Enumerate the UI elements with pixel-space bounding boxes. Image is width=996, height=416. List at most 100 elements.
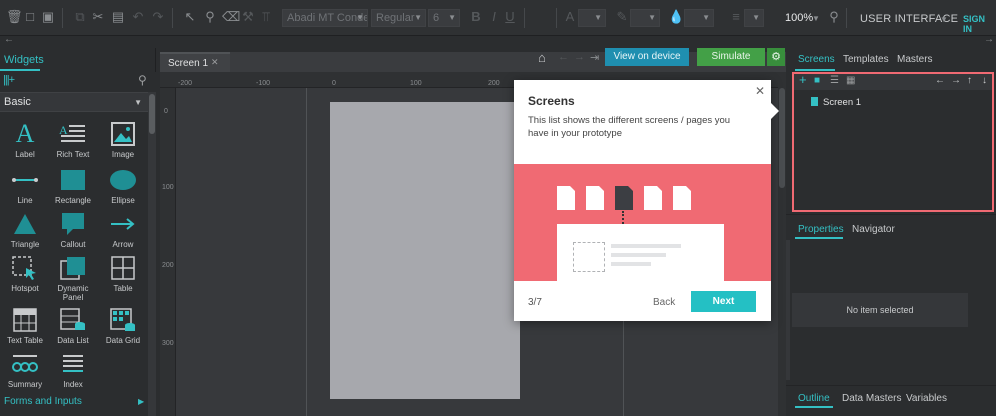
widget-triangle[interactable]: Triangle [0,210,50,249]
underline-icon[interactable]: U [502,9,518,25]
text-color-select[interactable]: ▼ [578,9,606,27]
list-view-icon[interactable]: ☰ [830,75,839,86]
font-style-select[interactable]: Regular ▼ [371,9,426,27]
screen-list-item[interactable]: Screen 1 [823,97,861,108]
widget-table[interactable]: Table [98,254,148,293]
text-color-icon[interactable]: A [562,9,578,25]
tab-variables[interactable]: Variables [906,393,947,404]
widget-image[interactable]: Image [98,120,148,159]
align-select[interactable]: ▼ [744,9,764,27]
add-folder-icon[interactable]: ■ [814,75,820,86]
section-forms-and-inputs[interactable]: Forms and Inputs [4,396,82,407]
widget-rectangle[interactable]: Rectangle [48,166,98,205]
folder-icon[interactable]: □ [22,9,38,25]
main-toolbar: 🗑 □ ▣ ⧉ ✂ ▤ ↶ ↷ ↖ ⚲ ⌫ ⚒ ⫪ Abadi MT Conde… [0,0,996,36]
search-icon[interactable]: ⚲ [826,9,842,25]
grid-view-icon[interactable]: ▦ [846,75,855,86]
widget-dynamic-panel[interactable]: Dynamic Panel [48,254,98,302]
screen-artboard[interactable] [330,102,520,399]
library-select[interactable]: Basic ▼ [0,92,148,112]
zoom-level[interactable]: 100% [785,12,813,24]
close-icon[interactable]: ✕ [211,57,219,68]
sign-in-link[interactable]: SIGN IN [963,14,996,34]
stroke-select[interactable]: ▼ [630,9,660,27]
arrow-down-icon[interactable]: ↓ [982,75,987,86]
fill-select[interactable]: ▼ [684,9,714,27]
tab-properties[interactable]: Properties [798,224,844,235]
scrollbar-thumb[interactable] [779,88,785,188]
add-screen-icon[interactable]: + [799,72,807,87]
text-line [611,244,681,248]
widgets-scrollbar[interactable] [148,92,156,416]
widget-data-grid[interactable]: Data Grid [98,306,148,345]
add-library-icon[interactable]: |||+ [3,74,15,86]
widget-label[interactable]: A Label [0,119,50,159]
widget-text-table[interactable]: Text Table [0,306,50,345]
widget-label-text: Ellipse [111,196,135,205]
chevron-down-icon[interactable]: ▼ [812,14,820,23]
arrow-left-icon[interactable]: ← [935,75,945,86]
simulate-button[interactable]: Simulate [697,48,765,66]
arrow-up-icon[interactable]: ↑ [967,75,972,86]
align-icon[interactable]: ≡ [728,9,744,25]
font-size-select[interactable]: 6 ▼ [428,9,460,27]
widget-summary[interactable]: Summary [0,350,50,389]
tab-outline[interactable]: Outline [798,393,830,404]
ruler-label: 300 [162,340,174,347]
tab-masters[interactable]: Masters [897,54,933,65]
tab-data-masters[interactable]: Data Masters [842,393,901,404]
widget-rich-text[interactable]: A Rich Text [48,120,98,159]
tab-navigator[interactable]: Navigator [852,224,895,235]
simulate-settings-button[interactable]: ⚙ [767,48,785,66]
paste-icon[interactable]: ▤ [110,9,126,25]
home-icon[interactable]: ⌂ [538,50,546,65]
summary-icon [0,350,50,378]
pen-icon[interactable]: ✎ [614,9,630,25]
tab-templates[interactable]: Templates [843,54,889,65]
search-icon[interactable]: ⚲ [138,73,147,87]
save-icon[interactable]: ▣ [40,9,56,25]
chevron-right-icon[interactable]: ▶ [138,397,144,406]
bold-icon[interactable]: B [468,9,484,25]
widget-arrow[interactable]: Arrow [98,210,148,249]
eraser-icon[interactable]: ⌫ [222,9,240,25]
copy-icon[interactable]: ⧉ [72,9,88,25]
tour-back-button[interactable]: Back [653,297,675,308]
widget-callout[interactable]: Callout [48,210,98,249]
text-tool-icon[interactable]: ⫪ [258,9,274,25]
widget-hotspot[interactable]: Hotspot [0,254,50,293]
tab-screens[interactable]: Screens [798,54,835,65]
collapse-right-icon[interactable]: → [984,34,994,45]
triangle-icon [0,210,50,238]
widget-ellipse[interactable]: Ellipse [98,166,148,205]
format-painter-icon[interactable]: ⚒ [240,9,256,25]
italic-icon[interactable]: I [486,9,502,25]
widget-index[interactable]: Index [48,350,98,389]
arrow-right-icon[interactable]: → [951,75,961,86]
widget-label-text: Table [113,284,133,293]
collapse-left-icon[interactable]: ← [4,34,14,45]
jump-end-icon[interactable]: ⇥ [590,51,599,64]
redo-icon[interactable]: ↷ [150,9,166,25]
close-icon[interactable]: ✕ [755,84,765,98]
zoom-icon[interactable]: ⚲ [202,9,218,25]
tab-widgets[interactable]: Widgets [4,54,44,66]
tab-screen-1[interactable]: Screen 1 [160,52,230,72]
widget-line[interactable]: Line [0,166,50,205]
pointer-icon[interactable]: ↖ [182,9,198,25]
widget-data-list[interactable]: Data List [48,306,98,345]
scrollbar-thumb[interactable] [149,94,155,134]
screens-list-highlight [792,72,994,212]
view-on-device-button[interactable]: View on device [605,48,689,66]
arrow-left-icon[interactable]: ← [558,51,569,63]
trash-icon[interactable]: 🗑 [6,9,23,25]
font-family-select[interactable]: Abadi MT Condensed▼ [282,9,368,27]
cut-icon[interactable]: ✂ [90,9,106,25]
properties-scrollbar[interactable] [786,240,790,380]
fill-icon[interactable]: 💧 [668,9,684,25]
undo-icon[interactable]: ↶ [130,9,146,25]
font-style-value: Regular [376,12,415,24]
arrow-right-icon[interactable]: → [574,51,585,63]
chevron-down-icon[interactable]: ▼ [940,15,948,24]
tour-next-button[interactable]: Next [691,291,756,312]
